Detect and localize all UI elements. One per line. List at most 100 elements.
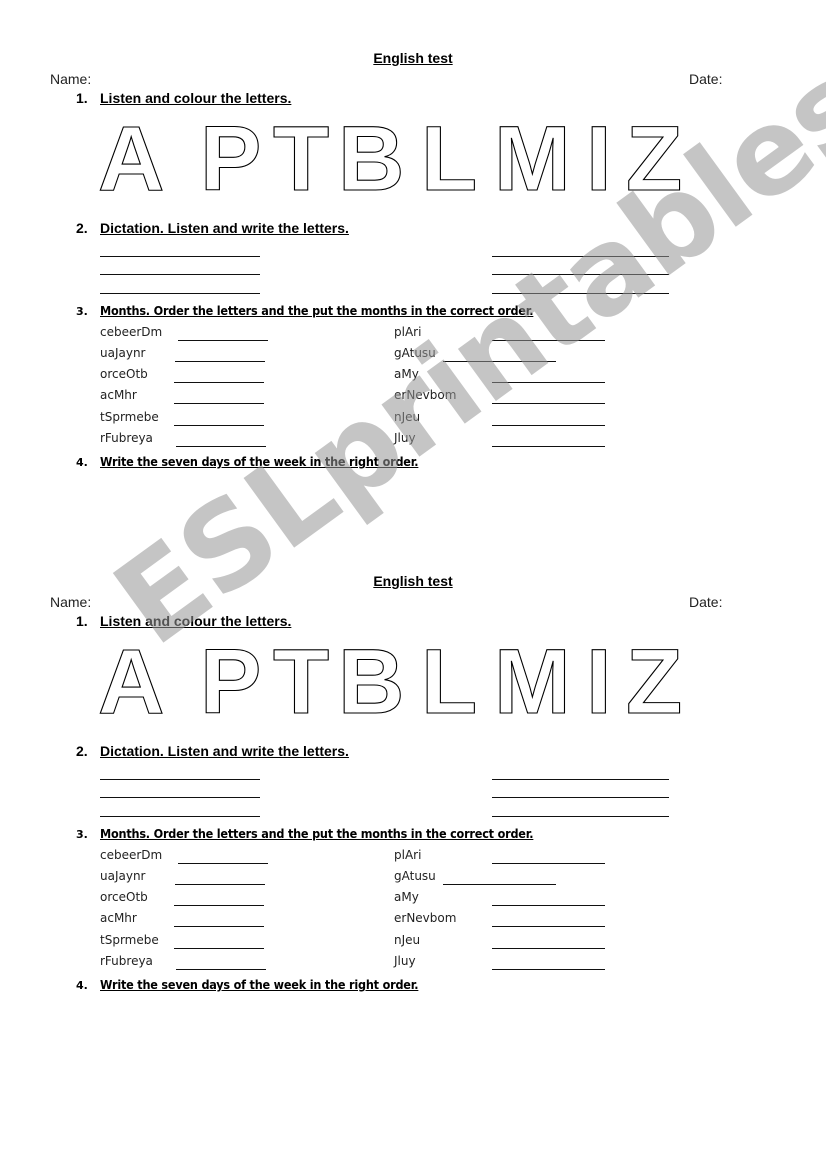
outline-letter-i: I xyxy=(586,631,612,733)
outline-letter-t: T xyxy=(273,631,329,733)
month-answer-line[interactable] xyxy=(492,926,605,927)
month-answer-line[interactable] xyxy=(174,926,264,927)
outline-letter-t: T xyxy=(273,108,329,210)
scrambled-month: uaJaynr xyxy=(100,869,146,883)
question-2-number: 2. xyxy=(76,220,88,236)
dictation-answer-line[interactable] xyxy=(492,779,669,780)
outline-letter-b: B xyxy=(338,108,404,210)
month-answer-line[interactable] xyxy=(492,446,605,447)
outline-letters-svg: APTBLMIZ xyxy=(97,630,682,733)
scrambled-month: tSprmebe xyxy=(100,410,159,424)
scrambled-month: erNevbom xyxy=(394,911,457,925)
month-answer-line[interactable] xyxy=(492,403,605,404)
outline-letter-l: L xyxy=(421,108,477,210)
month-answer-line[interactable] xyxy=(176,446,266,447)
question-2-number: 2. xyxy=(76,743,88,759)
outline-letter-a: A xyxy=(98,631,164,733)
outline-letter-p: P xyxy=(200,108,261,210)
test-title: English test xyxy=(373,573,453,589)
outline-letter-b: B xyxy=(338,631,404,733)
month-answer-line[interactable] xyxy=(178,340,268,341)
outline-letter-m: M xyxy=(494,108,571,210)
month-answer-line[interactable] xyxy=(178,863,268,864)
month-answer-line[interactable] xyxy=(175,361,265,362)
question-3-text: Months. Order the letters and the put th… xyxy=(100,303,534,318)
month-answer-line[interactable] xyxy=(492,863,605,864)
outline-letter-m: M xyxy=(494,631,571,733)
scrambled-month: erNevbom xyxy=(394,388,457,402)
dictation-answer-line[interactable] xyxy=(100,779,260,780)
month-answer-line[interactable] xyxy=(174,905,264,906)
scrambled-month: tSprmebe xyxy=(100,933,159,947)
month-answer-line[interactable] xyxy=(174,403,264,404)
question-2-text: Dictation. Listen and write the letters. xyxy=(100,220,349,236)
question-3-number: 3. xyxy=(76,305,88,318)
name-label: Name: xyxy=(50,71,92,87)
month-answer-line[interactable] xyxy=(174,948,264,949)
question-4-text: Write the seven days of the week in the … xyxy=(100,977,419,992)
month-answer-line[interactable] xyxy=(175,884,265,885)
dictation-answer-line[interactable] xyxy=(100,274,260,275)
month-answer-line[interactable] xyxy=(443,361,556,362)
dictation-answer-line[interactable] xyxy=(100,797,260,798)
scrambled-month: aMy xyxy=(394,367,419,381)
month-answer-line[interactable] xyxy=(492,340,605,341)
outline-letters-svg: APTBLMIZ xyxy=(97,107,682,210)
worksheet-page: English test Name: Date: 1. Listen and c… xyxy=(0,0,826,1169)
scrambled-month: cebeerDm xyxy=(100,848,163,862)
dictation-answer-line[interactable] xyxy=(492,797,669,798)
scrambled-month: aMy xyxy=(394,890,419,904)
scrambled-month: Jluy xyxy=(394,431,416,445)
month-answer-line[interactable] xyxy=(492,382,605,383)
outline-letters: APTBLMIZ xyxy=(96,630,696,733)
outline-letter-z: Z xyxy=(626,108,682,210)
outline-letter-z: Z xyxy=(626,631,682,733)
dictation-answer-line[interactable] xyxy=(100,816,260,817)
scrambled-month: rFubreya xyxy=(100,954,153,968)
scrambled-month: nJeu xyxy=(394,410,421,424)
dictation-answer-line[interactable] xyxy=(492,816,669,817)
question-2-text: Dictation. Listen and write the letters. xyxy=(100,743,349,759)
test-title: English test xyxy=(373,50,453,66)
month-answer-line[interactable] xyxy=(176,969,266,970)
month-answer-line[interactable] xyxy=(492,969,605,970)
question-3-number: 3. xyxy=(76,828,88,841)
question-1-text: Listen and colour the letters. xyxy=(100,613,292,629)
question-1-text: Listen and colour the letters. xyxy=(100,90,292,106)
date-label: Date: xyxy=(689,71,723,87)
dictation-answer-line[interactable] xyxy=(492,256,669,257)
scrambled-month: plAri xyxy=(394,325,422,339)
dictation-answer-line[interactable] xyxy=(492,293,669,294)
month-answer-line[interactable] xyxy=(492,425,605,426)
question-1-number: 1. xyxy=(76,90,88,106)
question-4-text: Write the seven days of the week in the … xyxy=(100,454,419,469)
month-answer-line[interactable] xyxy=(492,948,605,949)
question-3-text: Months. Order the letters and the put th… xyxy=(100,826,534,841)
dictation-answer-line[interactable] xyxy=(100,293,260,294)
month-answer-line[interactable] xyxy=(174,425,264,426)
outline-letter-p: P xyxy=(200,631,261,733)
outline-letter-i: I xyxy=(586,108,612,210)
scrambled-month: nJeu xyxy=(394,933,421,947)
scrambled-month: plAri xyxy=(394,848,422,862)
outline-letter-a: A xyxy=(98,108,164,210)
question-1-number: 1. xyxy=(76,613,88,629)
dictation-answer-line[interactable] xyxy=(100,256,260,257)
name-label: Name: xyxy=(50,594,92,610)
scrambled-month: orceOtb xyxy=(100,367,148,381)
scrambled-month: Jluy xyxy=(394,954,416,968)
month-answer-line[interactable] xyxy=(492,905,605,906)
scrambled-month: acMhr xyxy=(100,911,137,925)
question-4-number: 4. xyxy=(76,456,88,469)
scrambled-month: orceOtb xyxy=(100,890,148,904)
outline-letters: APTBLMIZ xyxy=(96,107,696,210)
outline-letter-l: L xyxy=(421,631,477,733)
scrambled-month: uaJaynr xyxy=(100,346,146,360)
month-answer-line[interactable] xyxy=(443,884,556,885)
question-4-number: 4. xyxy=(76,979,88,992)
month-answer-line[interactable] xyxy=(174,382,264,383)
scrambled-month: gAtusu xyxy=(394,869,436,883)
dictation-answer-line[interactable] xyxy=(492,274,669,275)
date-label: Date: xyxy=(689,594,723,610)
test-sheet: English test Name: Date: 1. Listen and c… xyxy=(0,571,826,1051)
